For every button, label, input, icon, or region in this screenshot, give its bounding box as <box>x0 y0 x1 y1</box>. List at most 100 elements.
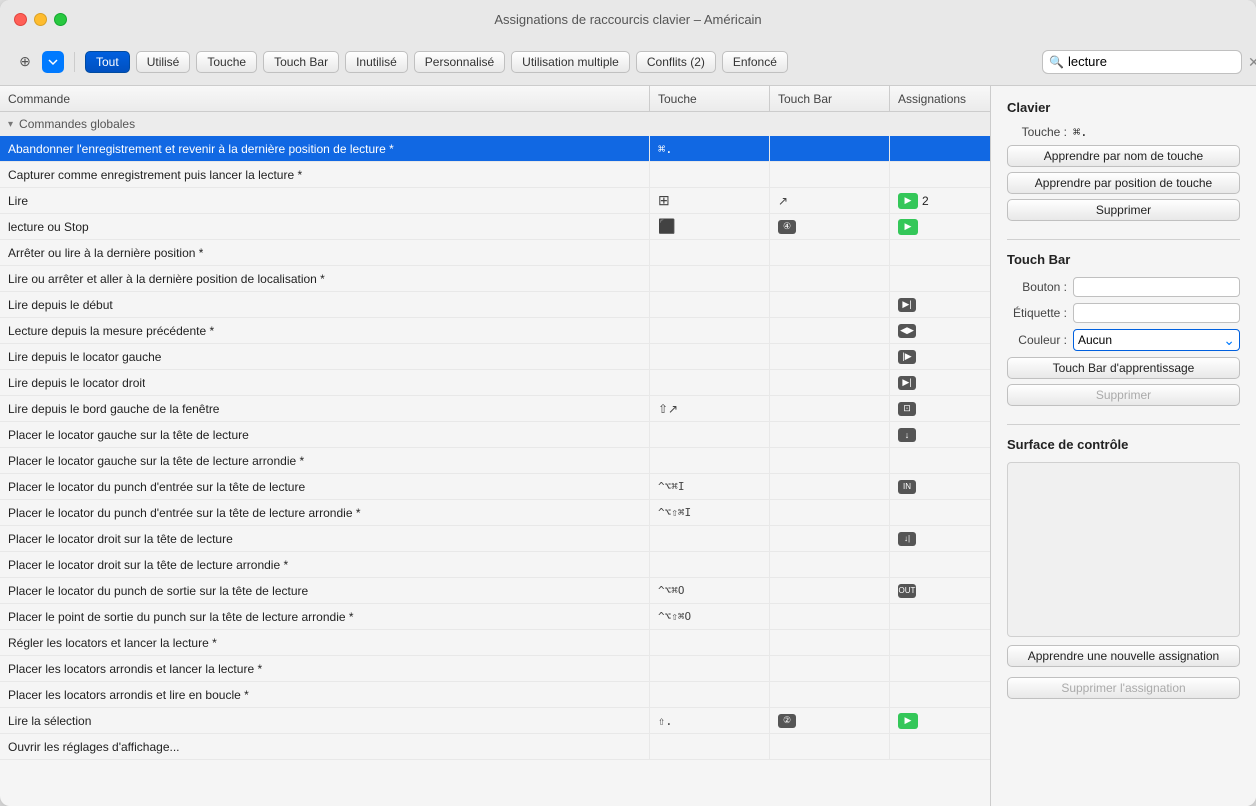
etiquette-label: Étiquette : <box>1007 306 1067 320</box>
cell-command: lecture ou Stop <box>0 214 650 239</box>
btn-touchbar-supprimer[interactable]: Supprimer <box>1007 384 1240 406</box>
play-icon: ▶ <box>898 713 918 729</box>
cell-touche: ⇧. <box>650 708 770 733</box>
table-row[interactable]: Placer les locators arrondis et lancer l… <box>0 656 990 682</box>
group-arrow: ▾ <box>8 119 13 130</box>
table-row[interactable]: Placer le locator droit sur la tête de l… <box>0 552 990 578</box>
table-row[interactable]: Lire ou arrêter et aller à la dernière p… <box>0 266 990 292</box>
table-row[interactable]: Placer le locator du punch d'entrée sur … <box>0 500 990 526</box>
btn-apprendre-nom[interactable]: Apprendre par nom de touche <box>1007 145 1240 167</box>
table-row[interactable]: Arrêter ou lire à la dernière position * <box>0 240 990 266</box>
cell-touchbar: ② <box>770 708 890 733</box>
table-row[interactable]: Placer le locator du punch de sortie sur… <box>0 578 990 604</box>
cell-assignations: ▶| <box>890 292 990 317</box>
filter-touche[interactable]: Touche <box>196 51 257 73</box>
table-row[interactable]: Placer les locators arrondis et lire en … <box>0 682 990 708</box>
cell-command: Placer le locator du punch d'entrée sur … <box>0 500 650 525</box>
close-button[interactable] <box>14 13 27 26</box>
cell-touche: ^⌥⇧⌘O <box>650 604 770 629</box>
tb-icon: ▶| <box>898 298 916 312</box>
search-input[interactable] <box>1068 54 1244 69</box>
bouton-input[interactable] <box>1073 277 1240 297</box>
cell-touchbar <box>770 136 890 161</box>
table-row[interactable]: Régler les locators et lancer la lecture… <box>0 630 990 656</box>
cell-command: Placer le locator du punch de sortie sur… <box>0 578 650 603</box>
cell-touchbar <box>770 500 890 525</box>
filter-inutilise[interactable]: Inutilisé <box>345 51 408 73</box>
maximize-button[interactable] <box>54 13 67 26</box>
cell-touche <box>650 162 770 187</box>
table-row[interactable]: Lire ⊞ ↗ ▶ 2 <box>0 188 990 214</box>
search-clear-icon[interactable]: ✕ <box>1248 55 1256 69</box>
table-row[interactable]: Placer le locator du punch d'entrée sur … <box>0 474 990 500</box>
table-row[interactable]: Lecture depuis la mesure précédente * ◀▶ <box>0 318 990 344</box>
touche-value: ⌘. <box>1073 125 1087 139</box>
cell-assignations: OUT <box>890 578 990 603</box>
filter-enfonce[interactable]: Enfoncé <box>722 51 788 73</box>
bouton-label: Bouton : <box>1007 280 1067 294</box>
cell-assignations <box>890 500 990 525</box>
cell-command: Placer le locator droit sur la tête de l… <box>0 526 650 551</box>
cell-touche: ^⌥⌘O <box>650 578 770 603</box>
table-row[interactable]: Placer le locator gauche sur la tête de … <box>0 448 990 474</box>
cell-touchbar <box>770 344 890 369</box>
table-row[interactable]: Lire depuis le locator gauche |▶ <box>0 344 990 370</box>
add-button[interactable]: ⊕ <box>14 51 36 73</box>
cell-touche <box>650 526 770 551</box>
cell-command: Placer le locator droit sur la tête de l… <box>0 552 650 577</box>
touchbar-badge: ④ <box>778 220 796 234</box>
cell-assignations <box>890 734 990 759</box>
table-row[interactable]: lecture ou Stop ⬛ ④ ▶ <box>0 214 990 240</box>
btn-touchbar-apprentissage[interactable]: Touch Bar d'apprentissage <box>1007 357 1240 379</box>
tb-icon: IN <box>898 480 916 494</box>
cell-assignations <box>890 656 990 681</box>
table-row[interactable]: Lire depuis le bord gauche de la fenêtre… <box>0 396 990 422</box>
filter-utilise[interactable]: Utilisé <box>136 51 191 73</box>
cell-assignations <box>890 448 990 473</box>
group-label: Commandes globales <box>19 117 135 131</box>
etiquette-input[interactable] <box>1073 303 1240 323</box>
cell-touchbar: ↗ <box>770 188 890 213</box>
cell-command: Capturer comme enregistrement puis lance… <box>0 162 650 187</box>
btn-apprendre-assignation[interactable]: Apprendre une nouvelle assignation <box>1007 645 1240 667</box>
touche-row: Touche : ⌘. <box>1007 125 1240 139</box>
table-row[interactable]: Lire depuis le début ▶| <box>0 292 990 318</box>
filter-touchbar[interactable]: Touch Bar <box>263 51 339 73</box>
cell-touchbar <box>770 526 890 551</box>
cell-touchbar <box>770 604 890 629</box>
filter-conflits[interactable]: Conflits (2) <box>636 51 716 73</box>
btn-supprimer-assignation[interactable]: Supprimer l'assignation <box>1007 677 1240 699</box>
cell-touchbar <box>770 682 890 707</box>
btn-apprendre-position[interactable]: Apprendre par position de touche <box>1007 172 1240 194</box>
table-row[interactable]: Placer le locator droit sur la tête de l… <box>0 526 990 552</box>
table-row[interactable]: Ouvrir les réglages d'affichage... <box>0 734 990 760</box>
cell-command: Lire ou arrêter et aller à la dernière p… <box>0 266 650 291</box>
couleur-select[interactable]: Aucun ⌄ <box>1073 329 1240 351</box>
minimize-button[interactable] <box>34 13 47 26</box>
header-assignations: Assignations <box>890 86 990 111</box>
divider-1 <box>1007 239 1240 240</box>
cell-assignations: ▶| <box>890 370 990 395</box>
cell-assignations: |▶ <box>890 344 990 369</box>
cell-command: Placer le locator gauche sur la tête de … <box>0 422 650 447</box>
table-row[interactable]: Placer le point de sortie du punch sur l… <box>0 604 990 630</box>
cell-touchbar <box>770 318 890 343</box>
cell-assignations: ▶ <box>890 708 990 733</box>
filter-tout[interactable]: Tout <box>85 51 130 73</box>
group-header-globales[interactable]: ▾ Commandes globales <box>0 112 990 136</box>
filter-utilisation-multiple[interactable]: Utilisation multiple <box>511 51 630 73</box>
cell-command: Lire depuis le début <box>0 292 650 317</box>
cell-touchbar <box>770 266 890 291</box>
table-row[interactable]: Capturer comme enregistrement puis lance… <box>0 162 990 188</box>
cell-assignations <box>890 240 990 265</box>
table-row[interactable]: Placer le locator gauche sur la tête de … <box>0 422 990 448</box>
btn-supprimer-clavier[interactable]: Supprimer <box>1007 199 1240 221</box>
play-icon: ▶ <box>898 219 918 235</box>
table-row[interactable]: Lire depuis le locator droit ▶| <box>0 370 990 396</box>
table-row[interactable]: Abandonner l'enregistrement et revenir à… <box>0 136 990 162</box>
table-row[interactable]: Lire la sélection ⇧. ② ▶ <box>0 708 990 734</box>
filter-personnalise[interactable]: Personnalisé <box>414 51 505 73</box>
window-title: Assignations de raccourcis clavier – Amé… <box>494 12 761 27</box>
dropdown-button[interactable] <box>42 51 64 73</box>
cell-touchbar <box>770 370 890 395</box>
